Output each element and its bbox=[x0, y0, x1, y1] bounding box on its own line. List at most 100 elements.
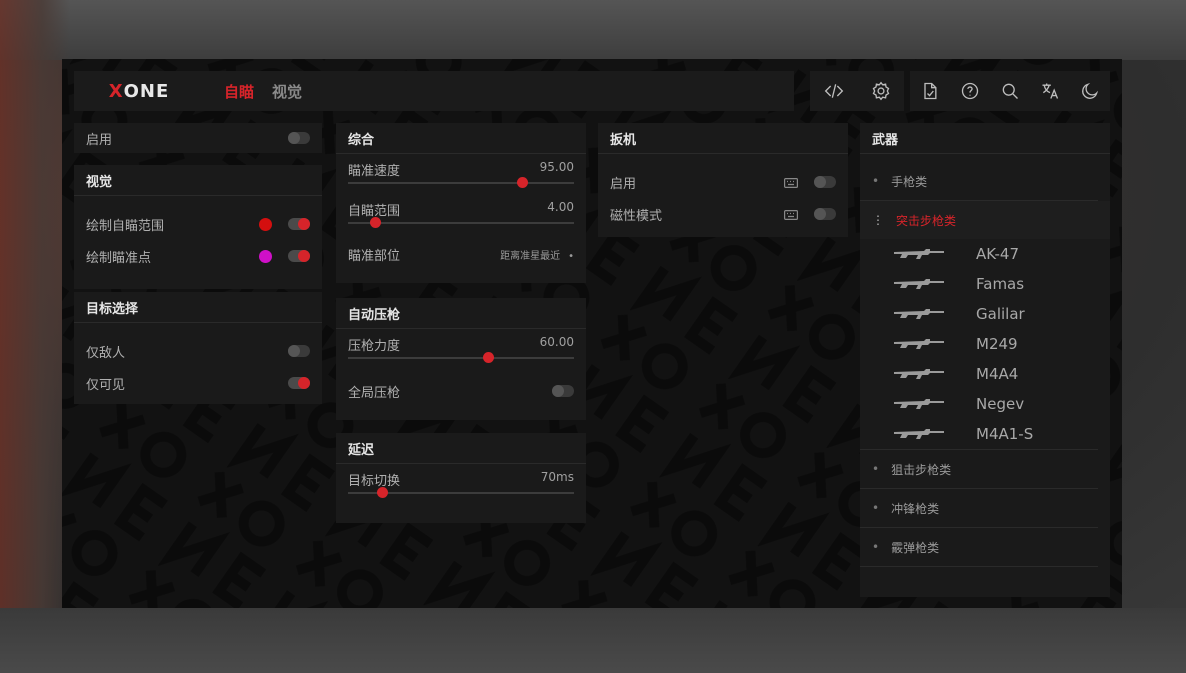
trigger-enable-row: 启用 bbox=[598, 166, 848, 198]
weapon-name: M4A4 bbox=[976, 365, 1019, 383]
aim-bone-row: 瞄准部位 距离准星最近 • bbox=[336, 234, 586, 274]
draw-fov-toggle[interactable] bbox=[288, 218, 310, 230]
enemies-only-toggle[interactable] bbox=[288, 345, 310, 357]
weapon-item[interactable]: Galilar bbox=[860, 299, 1110, 329]
trigger-enable-toggle[interactable] bbox=[814, 176, 836, 188]
rifle-list: AK-47 Famas Galilar M249 M4A4 Negev M4A1-S bbox=[860, 239, 1110, 449]
draw-fov-row: 绘制自瞄范围 bbox=[74, 208, 322, 240]
enemies-only-row: 仅敌人 bbox=[74, 335, 322, 367]
aim-speed-slider[interactable] bbox=[348, 177, 574, 188]
weapon-name: M249 bbox=[976, 335, 1018, 353]
target-switch-row: 目标切换 70ms bbox=[336, 464, 586, 504]
gear-icon[interactable] bbox=[868, 78, 894, 104]
bullet-icon: • bbox=[872, 462, 880, 476]
recoil-strength-thumb[interactable] bbox=[483, 352, 495, 363]
visual-panel-title: 视觉 bbox=[74, 165, 322, 196]
aim-speed-row: 瞄准速度 95.00 bbox=[336, 154, 586, 194]
target-switch-slider[interactable] bbox=[348, 487, 574, 498]
enable-panel: 启用 bbox=[74, 123, 322, 153]
toolbar-group-1 bbox=[810, 71, 904, 111]
visible-only-toggle[interactable] bbox=[288, 377, 310, 389]
category-rifles-label: 突击步枪类 bbox=[896, 213, 957, 228]
target-panel-title: 目标选择 bbox=[74, 292, 322, 323]
draw-aimpoint-toggle[interactable] bbox=[288, 250, 310, 262]
aim-bone-select[interactable]: 距离准星最近 • bbox=[500, 247, 574, 262]
category-pistols[interactable]: • 手枪类 bbox=[860, 162, 1098, 201]
weapon-name: Negev bbox=[976, 395, 1025, 413]
category-shotguns-label: 霰弹枪类 bbox=[891, 540, 940, 555]
visible-only-label: 仅可见 bbox=[86, 377, 126, 393]
weapon-name: Famas bbox=[976, 275, 1025, 293]
moon-icon[interactable] bbox=[1077, 78, 1103, 104]
trigger-enable-label: 启用 bbox=[610, 176, 637, 192]
aimbot-enable-row: 启用 bbox=[74, 123, 322, 153]
tab-visual[interactable]: 视觉 bbox=[272, 81, 302, 102]
aim-speed-label: 瞄准速度 bbox=[348, 164, 401, 179]
target-switch-label: 目标切换 bbox=[348, 474, 401, 489]
category-rifles[interactable]: ⋮ 突击步枪类 bbox=[860, 201, 1110, 239]
tab-aimbot[interactable]: 自瞄 bbox=[224, 81, 254, 102]
recoil-strength-slider[interactable] bbox=[348, 352, 574, 363]
category-smgs[interactable]: • 冲锋枪类 bbox=[860, 489, 1098, 528]
background-top bbox=[0, 0, 1186, 60]
keyboard-icon[interactable] bbox=[784, 209, 799, 221]
aim-fov-row: 自瞄范围 4.00 bbox=[336, 194, 586, 234]
magnetic-mode-toggle[interactable] bbox=[814, 208, 836, 220]
help-icon[interactable] bbox=[957, 78, 983, 104]
visible-only-row: 仅可见 bbox=[74, 367, 322, 399]
weapon-name: AK-47 bbox=[976, 245, 1020, 263]
category-snipers[interactable]: • 狙击步枪类 bbox=[860, 449, 1098, 489]
draw-aimpoint-row: 绘制瞄准点 bbox=[74, 240, 322, 272]
fov-color-picker[interactable] bbox=[259, 217, 272, 231]
aim-bone-value: 距离准星最近 bbox=[500, 250, 561, 262]
aim-speed-thumb[interactable] bbox=[517, 177, 529, 188]
aim-fov-value: 4.00 bbox=[547, 200, 574, 214]
weapon-item[interactable]: Negev bbox=[860, 389, 1110, 419]
translate-icon[interactable] bbox=[1037, 78, 1063, 104]
global-recoil-row: 全局压枪 bbox=[336, 369, 586, 413]
category-smgs-label: 冲锋枪类 bbox=[891, 501, 940, 516]
enemies-only-label: 仅敌人 bbox=[86, 345, 126, 361]
weapon-item[interactable]: M4A4 bbox=[860, 359, 1110, 389]
rifle-icon bbox=[894, 306, 954, 322]
category-shotguns[interactable]: • 霰弹枪类 bbox=[860, 528, 1098, 567]
weapon-item[interactable]: M4A1-S bbox=[860, 419, 1110, 449]
logo: X ONE bbox=[74, 71, 204, 111]
weapon-item[interactable]: M249 bbox=[860, 329, 1110, 359]
logo-text: ONE bbox=[123, 80, 170, 102]
weapons-panel-title: 武器 bbox=[860, 123, 1110, 154]
delay-panel: 延迟 目标切换 70ms bbox=[336, 433, 586, 523]
aim-fov-slider[interactable] bbox=[348, 217, 574, 228]
global-recoil-toggle[interactable] bbox=[552, 385, 574, 397]
search-icon[interactable] bbox=[997, 78, 1023, 104]
document-icon[interactable] bbox=[917, 78, 943, 104]
keyboard-icon[interactable] bbox=[784, 177, 799, 189]
code-icon[interactable] bbox=[821, 78, 847, 104]
magnetic-mode-label: 磁性模式 bbox=[610, 208, 663, 224]
target-switch-value: 70ms bbox=[540, 470, 574, 484]
aimpoint-color-picker[interactable] bbox=[259, 249, 272, 263]
toolbar-group-2 bbox=[910, 71, 1110, 111]
aim-speed-value: 95.00 bbox=[539, 160, 574, 174]
target-panel: 目标选择 仅敌人 仅可见 bbox=[74, 292, 322, 404]
weapon-item[interactable]: Famas bbox=[860, 269, 1110, 299]
weapon-item[interactable]: AK-47 bbox=[860, 239, 1110, 269]
aim-fov-thumb[interactable] bbox=[370, 217, 382, 228]
app-window: X ONE 自瞄 视觉 启用 视觉 绘制自瞄范围 绘制瞄准点 目标选择 仅敌人 … bbox=[62, 59, 1122, 608]
tab-bar: 自瞄 视觉 bbox=[204, 71, 794, 111]
aimbot-enable-toggle[interactable] bbox=[288, 132, 310, 144]
recoil-strength-value: 60.00 bbox=[539, 335, 574, 349]
bullet-icon: • bbox=[872, 540, 880, 554]
trigger-panel: 扳机 启用 磁性模式 bbox=[598, 123, 848, 237]
rifle-icon bbox=[894, 336, 954, 352]
recoil-panel-title: 自动压枪 bbox=[336, 298, 586, 329]
draw-aimpoint-label: 绘制瞄准点 bbox=[86, 250, 152, 266]
recoil-strength-row: 压枪力度 60.00 bbox=[336, 329, 586, 369]
rifle-icon bbox=[894, 426, 954, 442]
general-panel-title: 综合 bbox=[336, 123, 586, 154]
bullet-icon: • bbox=[872, 174, 880, 188]
rifle-icon bbox=[894, 396, 954, 412]
rifle-icon bbox=[894, 246, 954, 262]
background-bottom bbox=[0, 608, 1186, 673]
target-switch-thumb[interactable] bbox=[376, 487, 388, 498]
